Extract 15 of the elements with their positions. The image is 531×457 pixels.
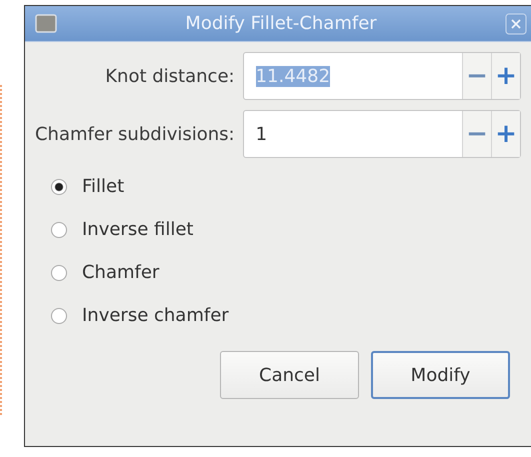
radio-button[interactable]: [50, 178, 67, 194]
radio-button[interactable]: [50, 308, 67, 324]
dialog-button[interactable]: Cancel: [220, 351, 359, 399]
dialog-button[interactable]: Modify: [371, 351, 510, 399]
radio-button[interactable]: [50, 222, 67, 238]
radio-label[interactable]: Inverse fillet: [82, 219, 194, 240]
field-label: Knot distance:: [105, 66, 235, 86]
close-icon[interactable]: [505, 12, 527, 34]
window-title: Modify Fillet-Chamfer: [184, 13, 378, 34]
radio-label[interactable]: Fillet: [82, 176, 124, 197]
radio-button[interactable]: [50, 264, 67, 280]
window-icon: [34, 14, 57, 34]
radio-label[interactable]: Inverse chamfer: [82, 305, 229, 326]
field-label: Chamfer subdivisions:: [34, 124, 235, 144]
radio-label[interactable]: Chamfer: [82, 262, 160, 283]
